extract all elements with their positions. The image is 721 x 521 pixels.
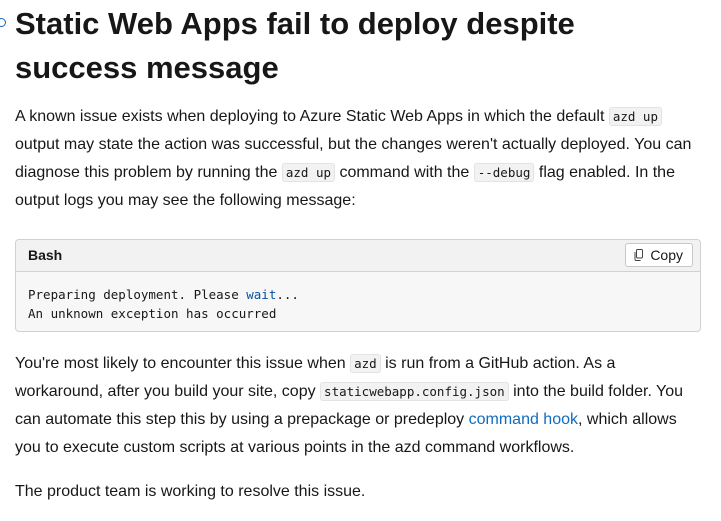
copy-button-label: Copy: [650, 247, 683, 263]
code-line-1-text: Preparing deployment. Please: [28, 287, 247, 302]
code-line-1-ellipsis: ...: [276, 287, 299, 302]
code-keyword-wait: wait: [246, 287, 277, 302]
closing-paragraph: The product team is working to resolve t…: [15, 483, 366, 500]
intro-text-1: A known issue exists when deploying to A…: [15, 108, 609, 125]
copy-icon: [634, 249, 644, 261]
code-block-header: Bash Copy: [16, 240, 700, 272]
inline-code-azd-up: azd up: [608, 107, 662, 126]
code-language-label: Bash: [28, 247, 63, 263]
article-section: Static Web Apps fail to deploy despite s…: [0, 0, 721, 521]
heading-anchor-icon[interactable]: [0, 18, 6, 27]
inline-code-azd: azd: [350, 354, 381, 373]
workaround-text-1: You're most likely to encounter this iss…: [15, 355, 351, 372]
code-line-2: An unknown exception has occurred: [28, 306, 277, 321]
command-hook-link[interactable]: command hook: [469, 411, 578, 428]
inline-code-config-file: staticwebapp.config.json: [320, 382, 509, 401]
code-content: Preparing deployment. Please wait... An …: [16, 272, 700, 323]
intro-paragraph: A known issue exists when deploying to A…: [15, 103, 705, 215]
intro-text-3: command with the: [335, 164, 474, 181]
copy-button[interactable]: Copy: [625, 243, 693, 267]
code-block: Bash Copy Preparing deployment. Please w…: [15, 239, 701, 332]
inline-code-azd-up-2: azd up: [281, 163, 335, 182]
inline-code-debug-flag: --debug: [473, 163, 535, 182]
section-heading: Static Web Apps fail to deploy despite s…: [15, 6, 575, 85]
workaround-paragraph: You're most likely to encounter this iss…: [15, 350, 705, 462]
